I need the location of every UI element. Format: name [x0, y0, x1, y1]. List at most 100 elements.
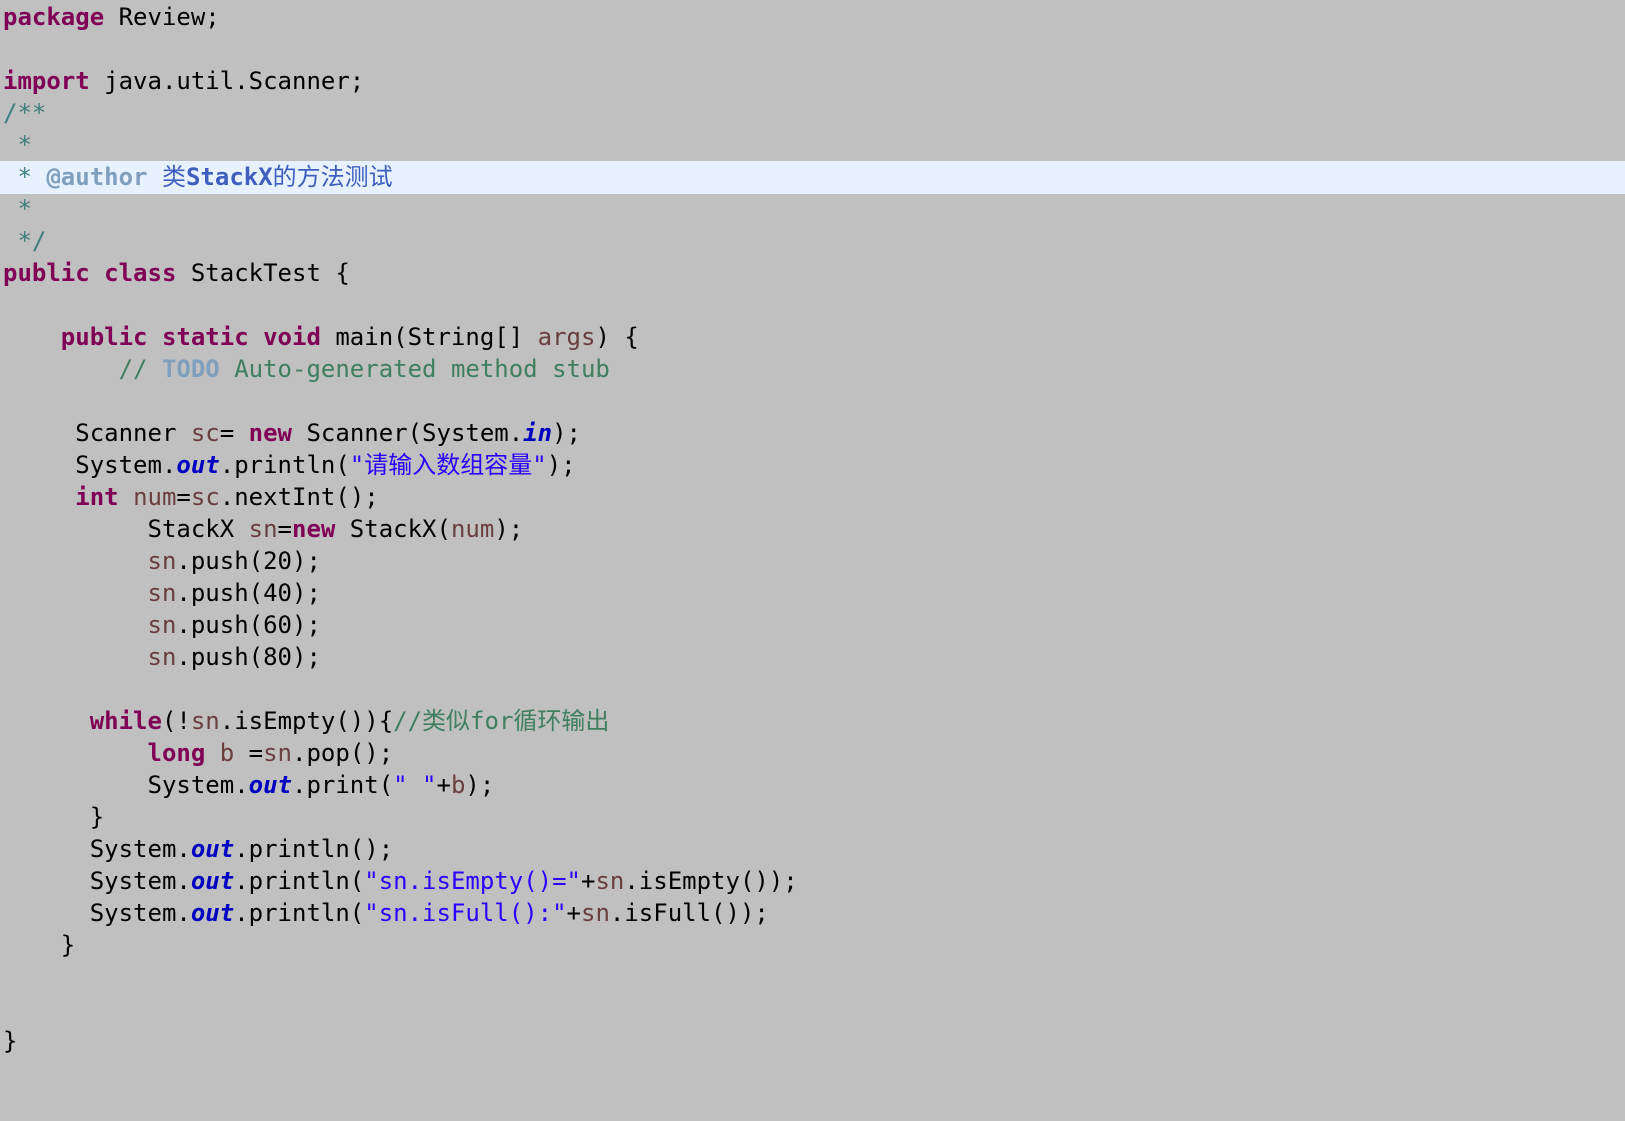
code-token: } [3, 931, 76, 959]
code-token: + [566, 899, 581, 927]
code-token: .pop(); [292, 739, 394, 767]
code-line[interactable]: sn.push(60); [0, 609, 1625, 642]
variable-token: b [219, 739, 235, 767]
javadoc-token: * [3, 195, 32, 223]
code-token: = [219, 419, 249, 447]
code-line[interactable] [0, 33, 1625, 66]
code-line[interactable]: sn.push(80); [0, 641, 1625, 674]
keyword-token: class [104, 259, 177, 287]
code-line[interactable] [0, 385, 1625, 418]
code-line[interactable] [0, 993, 1625, 1026]
javadoc-text-token: StackX [185, 163, 273, 191]
keyword-token: public [60, 323, 148, 351]
code-line[interactable]: sn.push(20); [0, 545, 1625, 578]
code-token: Scanner [3, 419, 191, 447]
code-line[interactable]: int num=sc.nextInt(); [0, 481, 1625, 514]
code-token: Review; [104, 3, 220, 31]
string-token: "请输入数组容量" [349, 451, 547, 479]
variable-token: b [450, 771, 466, 799]
code-token: } [3, 803, 105, 831]
code-token: ); [552, 419, 582, 447]
code-token: .isEmpty()); [624, 867, 798, 895]
string-token: "sn.isFull():" [364, 899, 567, 927]
code-line[interactable]: import java.util.Scanner; [0, 65, 1625, 98]
code-token: StackTest { [176, 259, 350, 287]
code-line[interactable]: * [0, 129, 1625, 162]
code-line[interactable]: */ [0, 225, 1625, 258]
code-token: .println( [219, 451, 350, 479]
keyword-token: while [89, 707, 162, 735]
code-token: .println( [234, 867, 365, 895]
code-token: .push(20); [176, 547, 321, 575]
code-token: System. [3, 867, 191, 895]
code-line[interactable]: } [0, 801, 1625, 834]
variable-token: sn [190, 707, 220, 735]
code-token: ); [494, 515, 524, 543]
code-line[interactable]: Scanner sc= new Scanner(System.in); [0, 417, 1625, 450]
code-line[interactable]: while(!sn.isEmpty()){//类似for循环输出 [0, 705, 1625, 738]
static-field-token: out [248, 771, 292, 799]
static-field-token: out [190, 835, 235, 863]
code-line[interactable]: /** [0, 97, 1625, 130]
code-token: .push(40); [176, 579, 321, 607]
code-line[interactable]: System.out.println(); [0, 833, 1625, 866]
code-line[interactable]: * [0, 193, 1625, 226]
code-line[interactable]: sn.push(40); [0, 577, 1625, 610]
keyword-token: new [248, 419, 293, 447]
code-token: .isEmpty()){ [219, 707, 394, 735]
code-line[interactable] [0, 289, 1625, 322]
code-line[interactable]: package Review; [0, 1, 1625, 34]
comment-token: Auto-generated method stub [219, 355, 610, 383]
code-editor[interactable]: package Review; import java.util.Scanner;… [0, 0, 1625, 1121]
code-line[interactable] [0, 961, 1625, 994]
code-line[interactable]: public class StackTest { [0, 257, 1625, 290]
string-token: " " [393, 771, 437, 799]
javadoc-token: * [3, 131, 32, 159]
todo-token: TODO [161, 355, 220, 383]
variable-token: sn [263, 739, 293, 767]
code-line[interactable]: System.out.println("sn.isEmpty()="+sn.is… [0, 865, 1625, 898]
code-line[interactable]: } [0, 929, 1625, 962]
code-line[interactable]: long b =sn.pop(); [0, 737, 1625, 770]
javadoc-token: * [3, 163, 47, 191]
code-token: ); [465, 771, 495, 799]
code-line[interactable]: System.out.println("sn.isFull():"+sn.isF… [0, 897, 1625, 930]
code-token: .push(80); [176, 643, 321, 671]
code-token: ); [546, 451, 576, 479]
keyword-token: new [292, 515, 336, 543]
code-line[interactable]: public static void main(String[] args) { [0, 321, 1625, 354]
variable-token: sn [595, 867, 625, 895]
code-token: StackX [3, 515, 249, 543]
code-line[interactable]: } [0, 1025, 1625, 1058]
code-token: = [277, 515, 292, 543]
variable-token: sn [147, 547, 177, 575]
static-field-token: in [523, 419, 553, 447]
code-token: ) { [595, 323, 639, 351]
code-line[interactable]: System.out.print(" "+b); [0, 769, 1625, 802]
keyword-token: import [3, 67, 90, 95]
code-token: .nextInt(); [219, 483, 379, 511]
code-line[interactable]: StackX sn=new StackX(num); [0, 513, 1625, 546]
variable-token: num [133, 483, 177, 511]
static-field-token: out [190, 867, 235, 895]
code-token: .println(); [234, 835, 394, 863]
code-line[interactable] [0, 673, 1625, 706]
variable-token: sn [581, 899, 610, 927]
code-line[interactable]: System.out.println("请输入数组容量"); [0, 449, 1625, 482]
code-line-current[interactable]: * @author 类StackX的方法测试 [0, 161, 1625, 194]
code-token: StackX( [335, 515, 451, 543]
code-token: Scanner(System. [292, 419, 524, 447]
variable-token: sc [190, 419, 220, 447]
code-token: = [176, 483, 191, 511]
code-token: .println( [234, 899, 365, 927]
code-line[interactable]: // TODO Auto-generated method stub [0, 353, 1625, 386]
